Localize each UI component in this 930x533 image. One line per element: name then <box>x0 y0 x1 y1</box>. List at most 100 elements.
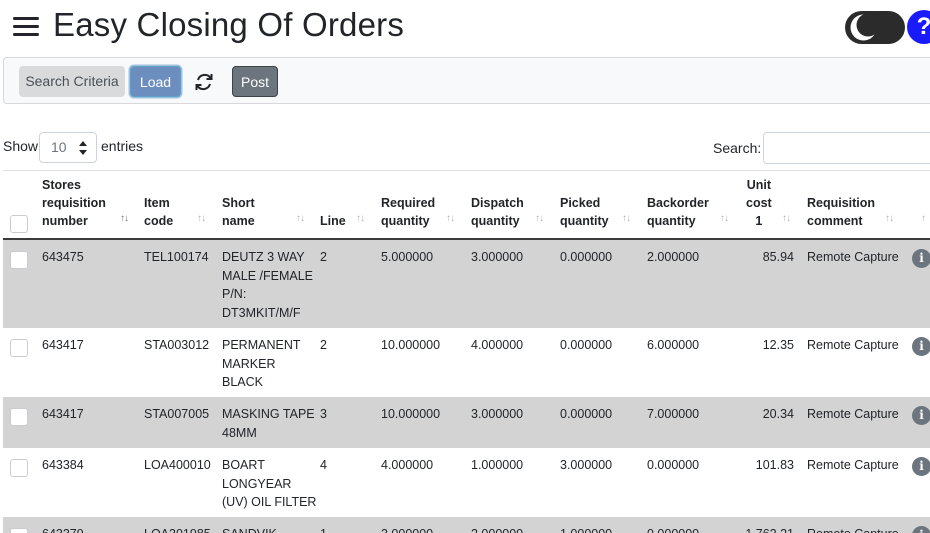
short-name: SANDVIK <box>222 525 277 533</box>
sort-icon[interactable]: ↑↓ <box>720 213 729 224</box>
column-header[interactable]: Short name <box>222 194 255 230</box>
item-code: LOA301985 <box>144 525 211 533</box>
requisition-comment: Remote Capture <box>807 338 899 352</box>
dispatch-qty: 3.000000 <box>471 250 524 264</box>
search-input[interactable] <box>763 132 930 164</box>
column-header[interactable]: Stores requisition number <box>42 176 106 230</box>
column-header[interactable]: Required quantity <box>381 194 435 230</box>
column-header[interactable]: Line <box>320 212 346 230</box>
sort-icon[interactable]: ↑↓ <box>446 213 455 224</box>
backorder-qty: 2.000000 <box>647 250 700 264</box>
backorder-qty: 0.000000 <box>647 525 699 533</box>
row-checkbox[interactable] <box>10 528 28 533</box>
post-button[interactable]: Post <box>232 66 278 97</box>
backorder-qty: 7.000000 <box>647 407 700 421</box>
info-icon[interactable]: i <box>912 457 930 476</box>
row-checkbox[interactable] <box>10 339 28 357</box>
picked-qty: 0.000000 <box>560 250 613 264</box>
sort-icon[interactable]: ↑ <box>921 213 926 224</box>
table-header: Stores requisition number ↑↓ Item code ↑↓ S… <box>3 170 930 240</box>
entries-select[interactable]: 10 <box>39 132 97 163</box>
req-number: 643384 <box>42 458 84 472</box>
table-row[interactable]: 643417 STA003012 PERMANENT MARKER BLACK 2 … <box>3 328 930 397</box>
requisition-comment: Remote Capture <box>807 458 899 472</box>
info-icon[interactable]: i <box>912 406 930 425</box>
column-header[interactable]: Backorder quantity <box>647 194 709 230</box>
req-number: 643475 <box>42 250 84 264</box>
sort-icon[interactable]: ↑↓ <box>120 213 129 224</box>
line-number: 3 <box>320 407 327 421</box>
line-number: 4 <box>320 458 327 472</box>
unit-cost: 101.83 <box>755 458 794 472</box>
required-qty: 4.000000 <box>381 458 434 472</box>
info-icon[interactable]: i <box>912 337 930 356</box>
item-code: STA003012 <box>144 338 210 352</box>
column-header[interactable]: Picked quantity <box>560 194 609 230</box>
dispatch-qty: 3.000000 <box>471 407 524 421</box>
requisition-comment: Remote Capture <box>807 525 899 533</box>
row-checkbox[interactable] <box>10 459 28 477</box>
backorder-qty: 0.000000 <box>647 458 700 472</box>
line-number: 2 <box>320 338 327 352</box>
table-row[interactable]: 643379 LOA301985 SANDVIK 1 3.000000 2.00… <box>3 517 930 533</box>
req-number: 643417 <box>42 407 84 421</box>
required-qty: 10.000000 <box>381 407 441 421</box>
item-code: LOA400010 <box>144 458 211 472</box>
show-label: Show <box>3 138 39 154</box>
entries-value: 10 <box>51 139 67 155</box>
sort-icon[interactable]: ↑↓ <box>535 213 544 224</box>
page-header: Easy Closing Of Orders ? <box>0 0 930 56</box>
sort-icon[interactable]: ↑↓ <box>885 213 894 224</box>
table-row[interactable]: 643475 TEL100174 DEUTZ 3 WAY MALE /FEMALE… <box>3 240 930 328</box>
select-arrows-icon <box>79 141 87 155</box>
table-row[interactable]: 643417 STA007005 MASKING TAPE 48MM 3 10.0… <box>3 397 930 448</box>
req-number: 643379 <box>42 525 84 533</box>
refresh-icon[interactable] <box>192 70 216 94</box>
table-row[interactable]: 643384 LOA400010 BOART LONGYEAR (UV) OIL F… <box>3 448 930 517</box>
line-number: 2 <box>320 250 327 264</box>
column-header[interactable]: Dispatch quantity <box>471 194 524 230</box>
item-code: TEL100174 <box>144 250 209 264</box>
short-name: BOART LONGYEAR (UV) OIL FILTER <box>222 458 317 509</box>
sort-icon[interactable]: ↑↓ <box>197 213 206 224</box>
picked-qty: 0.000000 <box>560 338 613 352</box>
short-name: PERMANENT MARKER BLACK <box>222 338 301 389</box>
column-header[interactable]: Item code <box>144 194 173 230</box>
menu-icon[interactable] <box>13 16 39 38</box>
row-checkbox[interactable] <box>10 408 28 426</box>
theme-toggle[interactable] <box>845 11 905 44</box>
short-name: DEUTZ 3 WAY MALE /FEMALE P/N: DT3MKIT/M/F <box>222 250 313 320</box>
help-button[interactable]: ? <box>907 10 930 44</box>
dispatch-qty: 2.000000 <box>471 525 523 533</box>
unit-cost: 85.94 <box>762 250 794 264</box>
info-icon[interactable]: i <box>912 249 930 268</box>
column-header[interactable]: Unit cost 1 <box>746 176 772 230</box>
unit-cost: 1,762.21 <box>733 525 794 533</box>
entries-label: entries <box>101 138 144 154</box>
select-all-checkbox[interactable] <box>10 215 28 233</box>
sort-icon[interactable]: ↑↓ <box>782 213 791 224</box>
search-label: Search: <box>713 140 762 156</box>
column-header[interactable]: Requisition comment <box>807 194 875 230</box>
sort-icon[interactable]: ↑↓ <box>296 213 305 224</box>
sort-icon[interactable]: ↑↓ <box>356 213 365 224</box>
backorder-qty: 6.000000 <box>647 338 700 352</box>
picked-qty: 3.000000 <box>560 458 613 472</box>
picked-qty: 1.000000 <box>560 525 612 533</box>
requisition-comment: Remote Capture <box>807 407 899 421</box>
page-title: Easy Closing Of Orders <box>53 6 405 43</box>
required-qty: 5.000000 <box>381 250 434 264</box>
item-code: STA007005 <box>144 407 210 421</box>
short-name: MASKING TAPE 48MM <box>222 407 315 440</box>
req-number: 643417 <box>42 338 84 352</box>
unit-cost: 12.35 <box>762 338 794 352</box>
sort-icon[interactable]: ↑↓ <box>622 213 631 224</box>
load-button[interactable]: Load <box>130 66 181 97</box>
moon-icon <box>850 14 877 41</box>
row-checkbox[interactable] <box>10 251 28 269</box>
required-qty: 3.000000 <box>381 525 433 533</box>
search-criteria-button[interactable]: Search Criteria <box>19 66 125 97</box>
action-toolbar: Search Criteria Load Post <box>3 57 930 104</box>
info-icon[interactable]: i <box>912 526 930 533</box>
required-qty: 10.000000 <box>381 338 441 352</box>
